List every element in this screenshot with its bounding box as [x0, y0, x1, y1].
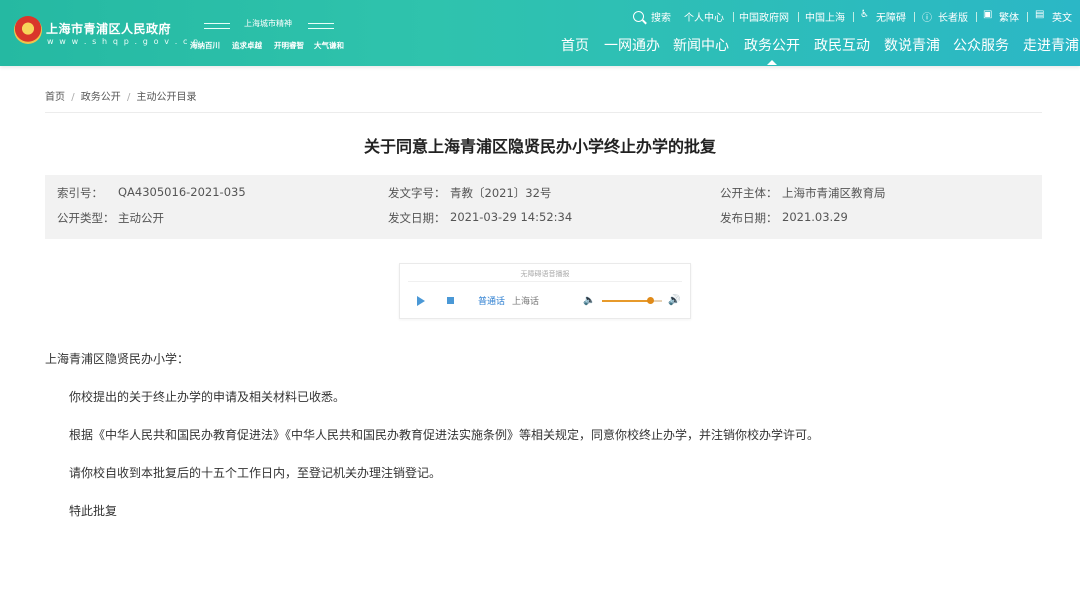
- breadcrumb: 首页 / 政务公开 / 主动公开目录: [45, 88, 200, 103]
- page-title: 关于同意上海青浦区隐贤民办小学终止办学的批复: [363, 137, 716, 156]
- volume-fill: [602, 300, 650, 302]
- top-links: 搜索 个人中心 中国政府网 中国上海 ♿ 无障碍 ⓘ 长者版 ▣ 繁体 ▤ 英文: [0, 9, 1080, 25]
- english-link[interactable]: 英文: [1052, 9, 1072, 24]
- divider: [976, 12, 977, 22]
- china-gov-link[interactable]: 中国政府网: [739, 9, 789, 24]
- nav-government-affairs[interactable]: 政务公开: [744, 35, 800, 65]
- index-label: 索引号：: [57, 186, 103, 200]
- stop-icon[interactable]: [447, 297, 454, 304]
- divider: [798, 12, 799, 22]
- shanghai-link[interactable]: 中国上海: [805, 9, 845, 24]
- personal-center-link[interactable]: 个人中心: [684, 9, 724, 24]
- volume-knob[interactable]: [647, 297, 654, 304]
- accessibility-icon[interactable]: ♿: [860, 9, 869, 20]
- divider: [45, 112, 1042, 113]
- closing-text: 特此批复: [69, 504, 118, 518]
- disclosure-type-label: 公开类型：: [57, 211, 115, 225]
- publisher-value: 上海市青浦区教育局: [782, 186, 886, 200]
- disclosure-type-value: 主动公开: [118, 211, 164, 225]
- breadcrumb-separator: /: [126, 92, 131, 103]
- play-icon[interactable]: [417, 296, 425, 306]
- issue-date-label: 发文日期：: [388, 211, 446, 225]
- body-paragraph: 请你校自收到本批复后的十五个工作日内，至登记机关办理注销登记。: [69, 466, 442, 480]
- index-value: QA4305016-2021-035: [118, 185, 246, 199]
- publisher-label: 公开主体：: [720, 186, 778, 200]
- publish-date-label: 发布日期：: [720, 211, 778, 225]
- traditional-chinese-icon[interactable]: ▣: [983, 9, 992, 20]
- document-meta: 索引号： QA4305016-2021-035 发文字号： 青教〔2021〕32…: [45, 175, 1042, 239]
- breadcrumb-home[interactable]: 首页: [45, 92, 65, 103]
- audio-player: 无障碍语音播报 普通话 上海话 🔈 🔊: [399, 263, 691, 319]
- traditional-chinese-link[interactable]: 繁体: [999, 9, 1019, 24]
- nav-qingpu-data[interactable]: 数说青浦: [884, 35, 940, 55]
- doc-number-label: 发文字号：: [388, 186, 446, 200]
- search-link[interactable]: 搜索: [651, 9, 671, 24]
- nav-citizen-interaction[interactable]: 政民互动: [814, 35, 870, 55]
- divider: [853, 12, 854, 22]
- nav-about-qingpu[interactable]: 走进青浦: [1023, 35, 1079, 55]
- breadcrumb-separator: /: [71, 92, 75, 103]
- salutation: 上海青浦区隐贤民办小学：: [45, 352, 190, 366]
- main-nav: 首页 一网通办 新闻中心 政务公开 政民互动 数说青浦 公众服务 走进青浦: [0, 35, 1080, 65]
- volume-slider[interactable]: [602, 297, 662, 304]
- divider: [733, 12, 734, 22]
- publish-date-value: 2021.03.29: [782, 210, 848, 224]
- accessibility-link[interactable]: 无障碍: [876, 9, 906, 24]
- nav-public-services[interactable]: 公众服务: [953, 35, 1009, 55]
- mandarin-option[interactable]: 普通话: [478, 294, 505, 307]
- search-icon[interactable]: [633, 11, 644, 22]
- nav-news-center[interactable]: 新闻中心: [673, 35, 729, 55]
- shanghainese-option[interactable]: 上海话: [512, 294, 539, 307]
- divider: [914, 12, 915, 22]
- audio-player-title: 无障碍语音播报: [520, 270, 570, 278]
- site-header: 上海市青浦区人民政府 w w w . s h q p . g o v . c n…: [0, 0, 1080, 66]
- elder-mode-icon[interactable]: ⓘ: [922, 9, 932, 24]
- doc-number-value: 青教〔2021〕32号: [450, 186, 552, 200]
- body-paragraph: 根据《中华人民共和国民办教育促进法》《中华人民共和国民办教育促进法实施条例》等相…: [69, 428, 820, 442]
- nav-one-stop-service[interactable]: 一网通办: [604, 35, 660, 55]
- issue-date-value: 2021-03-29 14:52:34: [450, 210, 573, 224]
- nav-home[interactable]: 首页: [561, 35, 589, 55]
- divider: [1027, 12, 1028, 22]
- body-paragraph: 你校提出的关于终止办学的申请及相关材料已收悉。: [69, 390, 346, 404]
- english-icon[interactable]: ▤: [1035, 9, 1044, 20]
- volume-low-icon[interactable]: 🔈: [583, 295, 595, 306]
- breadcrumb-government-affairs[interactable]: 政务公开: [81, 92, 121, 103]
- volume-high-icon[interactable]: 🔊: [668, 295, 680, 306]
- elder-version-link[interactable]: 长者版: [938, 9, 968, 24]
- divider: [408, 281, 682, 282]
- breadcrumb-catalog[interactable]: 主动公开目录: [137, 92, 197, 103]
